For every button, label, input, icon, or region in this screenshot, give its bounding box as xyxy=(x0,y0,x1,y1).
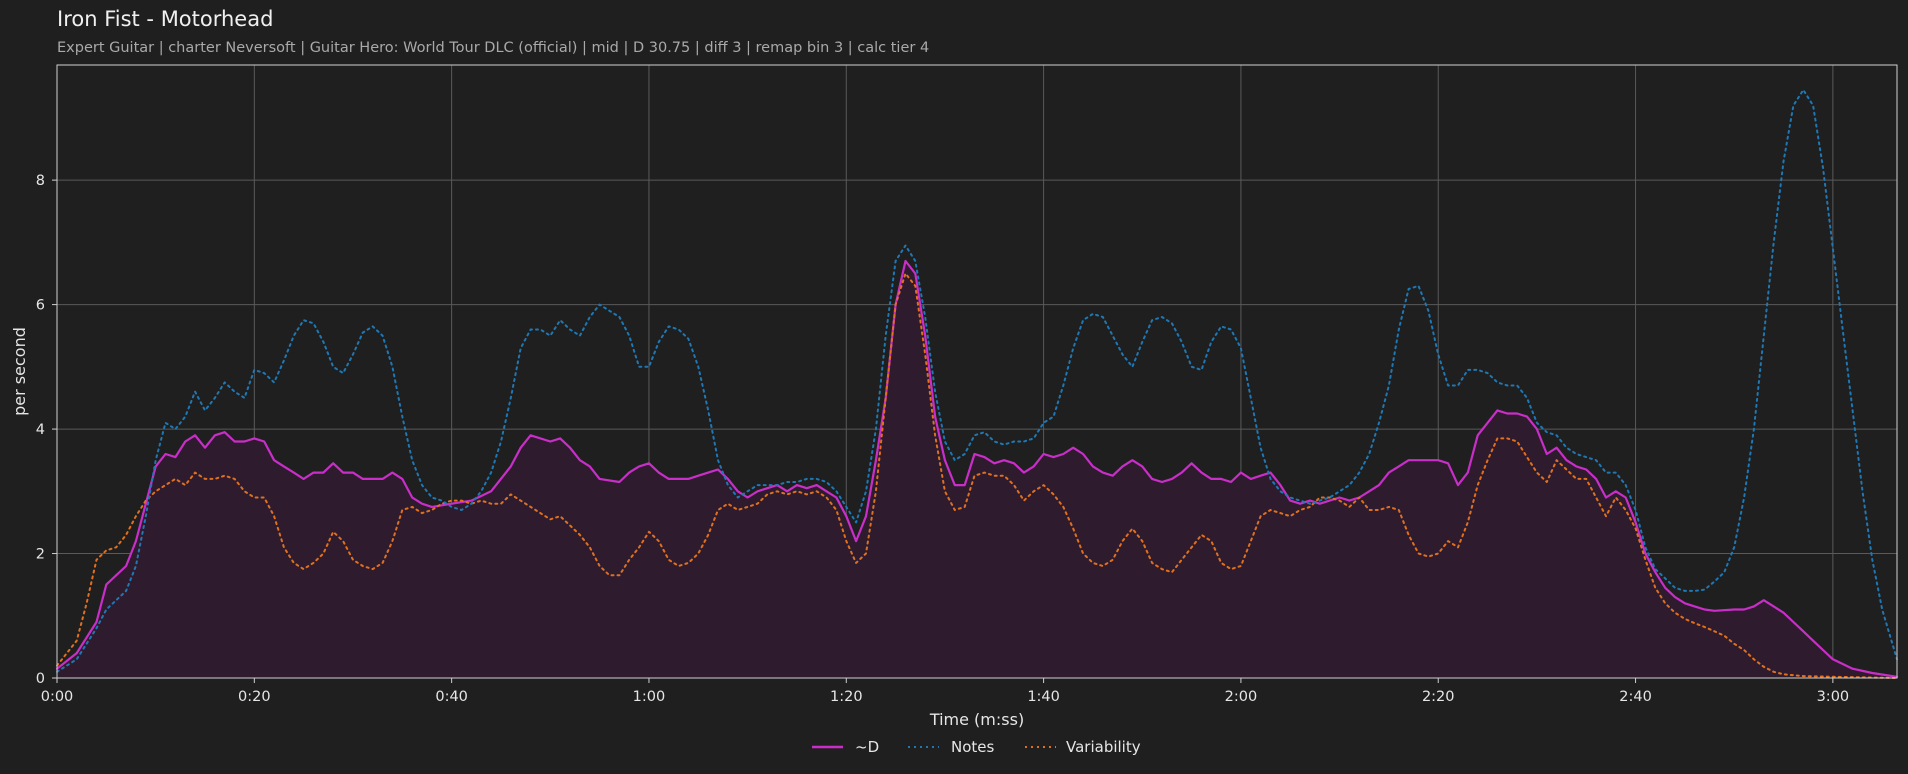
x-tick-label: 1:20 xyxy=(830,689,863,705)
x-tick-label: 1:40 xyxy=(1027,689,1060,705)
x-tick-label: 3:00 xyxy=(1817,689,1850,705)
y-tick-label: 2 xyxy=(36,547,45,563)
y-axis-ticks: 0 2 4 6 8 xyxy=(36,173,57,687)
x-tick-label: 1:00 xyxy=(633,689,666,705)
x-tick-label: 0:00 xyxy=(41,689,74,705)
x-axis-label: Time (m:ss) xyxy=(929,710,1024,729)
x-axis-ticks: 0:00 0:20 0:40 1:00 1:20 1:40 2:00 2:20 2:40 3:00 xyxy=(41,678,1849,705)
y-tick-label: 0 xyxy=(36,671,45,687)
legend-label-variability: Variability xyxy=(1066,738,1141,756)
x-tick-label: 0:40 xyxy=(435,689,468,705)
legend-label-notes: Notes xyxy=(951,738,995,756)
x-tick-label: 2:40 xyxy=(1619,689,1652,705)
x-tick-label: 2:20 xyxy=(1422,689,1455,705)
x-tick-label: 0:20 xyxy=(238,689,271,705)
y-tick-label: 6 xyxy=(36,298,45,314)
legend-label-d: ~D xyxy=(855,738,879,756)
chart-svg: 0:00 0:20 0:40 1:00 1:20 1:40 2:00 2:20 2:40 3:00… xyxy=(10,64,1899,756)
y-axis-label: per second xyxy=(10,327,29,416)
series-area-d xyxy=(57,261,1897,678)
x-tick-label: 2:00 xyxy=(1225,689,1258,705)
y-tick-label: 8 xyxy=(36,173,45,189)
y-tick-label: 4 xyxy=(36,422,45,438)
area-layer xyxy=(57,261,1897,678)
legend: ~D Notes Variability xyxy=(812,738,1141,756)
